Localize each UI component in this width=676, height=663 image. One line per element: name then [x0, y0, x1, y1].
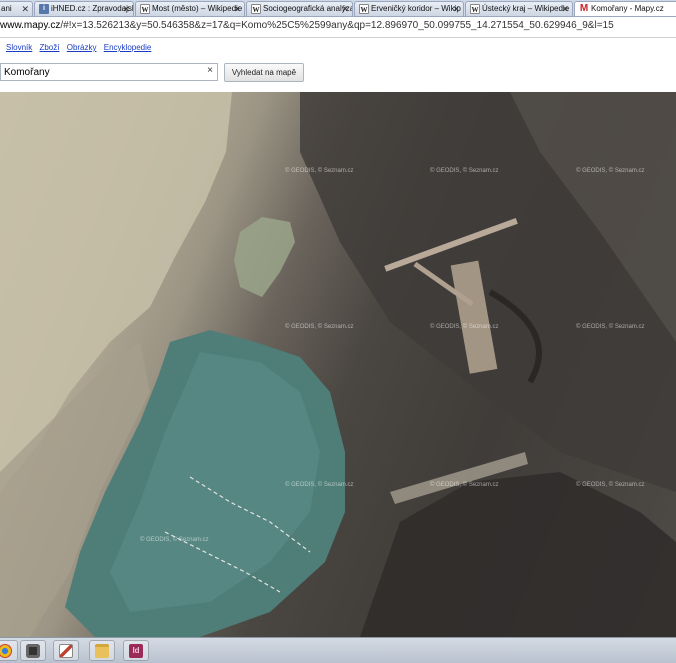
- indesign-taskbar-button[interactable]: Id: [123, 640, 149, 661]
- close-icon[interactable]: ✕: [561, 2, 569, 16]
- map-watermark: © GEODIS, © Seznam.cz: [430, 482, 499, 488]
- tab-label: Sociogeografická analýza: [263, 4, 353, 13]
- map-watermark: © GEODIS, © Seznam.cz: [576, 482, 645, 488]
- clear-icon[interactable]: ×: [207, 65, 213, 76]
- folder-icon: [95, 643, 109, 658]
- url-text[interactable]: www.mapy.cz/#!x=13.526213&y=50.546358&z=…: [0, 20, 614, 31]
- map-watermark: © GEODIS, © Seznam.cz: [576, 168, 645, 174]
- pen-icon: [59, 643, 73, 658]
- tab-label: ani: [1, 4, 12, 13]
- pen-taskbar-button[interactable]: [53, 640, 79, 661]
- close-icon[interactable]: ✕: [21, 2, 29, 16]
- close-icon[interactable]: ✕: [122, 2, 130, 16]
- browser-tab-strip: ani ✕ iiHNED.cz : Zpravodajský s ✕ WMost…: [0, 0, 676, 17]
- tab-label: Most (město) – Wikipedie: [152, 4, 243, 13]
- tab-label: Erveničký koridor – Wikip: [371, 4, 461, 13]
- service-links: Slovník Zboží Obrázky Encyklopedie: [6, 43, 156, 52]
- tab-label: Komořany - Mapy.cz: [591, 4, 664, 13]
- camera-icon: [26, 643, 40, 658]
- folder-taskbar-button[interactable]: [89, 640, 115, 661]
- search-box: ×: [0, 63, 218, 81]
- mapy-icon: M: [579, 3, 589, 14]
- wikipedia-icon: W: [359, 4, 369, 14]
- close-icon[interactable]: ✕: [233, 2, 241, 16]
- map-watermark: © GEODIS, © Seznam.cz: [430, 168, 499, 174]
- camera-taskbar-button[interactable]: [20, 640, 46, 661]
- link-obrazky[interactable]: Obrázky: [67, 43, 97, 52]
- indesign-icon: Id: [129, 643, 143, 658]
- tab-komorany-mapy[interactable]: M Komořany - Mapy.cz: [574, 1, 676, 16]
- doc-icon: i: [39, 4, 49, 14]
- wikipedia-icon: W: [140, 4, 150, 14]
- map-watermark: © GEODIS, © Seznam.cz: [576, 324, 645, 330]
- url-host: www.mapy.cz: [0, 20, 61, 31]
- link-slovnik[interactable]: Slovník: [6, 43, 32, 52]
- wikipedia-icon: W: [251, 4, 261, 14]
- search-input[interactable]: [4, 65, 200, 79]
- aerial-map[interactable]: © GEODIS, © Seznam.cz © GEODIS, © Seznam…: [0, 92, 676, 637]
- link-zbozi[interactable]: Zboží: [39, 43, 59, 52]
- tab-ani[interactable]: ani ✕: [0, 1, 33, 16]
- url-path: /#!x=13.526213&y=50.546358&z=17&q=Komo%2…: [60, 20, 614, 31]
- taskbar: Id: [0, 637, 676, 663]
- address-bar[interactable]: www.mapy.cz/#!x=13.526213&y=50.546358&z=…: [0, 17, 676, 38]
- tab-sociogeograficka[interactable]: W Sociogeografická analýza ✕: [246, 1, 353, 16]
- tab-label: Ústecký kraj – Wikipedie: [482, 4, 570, 13]
- chrome-taskbar-button[interactable]: [0, 640, 18, 661]
- tab-ihned[interactable]: iiHNED.cz : Zpravodajský s ✕: [34, 1, 134, 16]
- search-on-map-button[interactable]: Vyhledat na mapě: [224, 63, 304, 82]
- map-watermark: © GEODIS, © Seznam.cz: [140, 537, 209, 543]
- close-icon[interactable]: ✕: [341, 2, 349, 16]
- tab-ustecky-kraj[interactable]: W Ústecký kraj – Wikipedie ✕: [465, 1, 573, 16]
- close-icon[interactable]: ✕: [452, 2, 460, 16]
- map-watermark: © GEODIS, © Seznam.cz: [285, 482, 354, 488]
- map-watermark: © GEODIS, © Seznam.cz: [285, 324, 354, 330]
- tab-most-wikipedie[interactable]: W Most (město) – Wikipedie ✕: [135, 1, 245, 16]
- map-watermark: © GEODIS, © Seznam.cz: [285, 168, 354, 174]
- chrome-icon: [0, 643, 12, 658]
- link-encyklopedie[interactable]: Encyklopedie: [104, 43, 152, 52]
- map-watermark: © GEODIS, © Seznam.cz: [430, 324, 499, 330]
- wikipedia-icon: W: [470, 4, 480, 14]
- tab-ervenicky-koridor[interactable]: W Erveničký koridor – Wikip ✕: [354, 1, 464, 16]
